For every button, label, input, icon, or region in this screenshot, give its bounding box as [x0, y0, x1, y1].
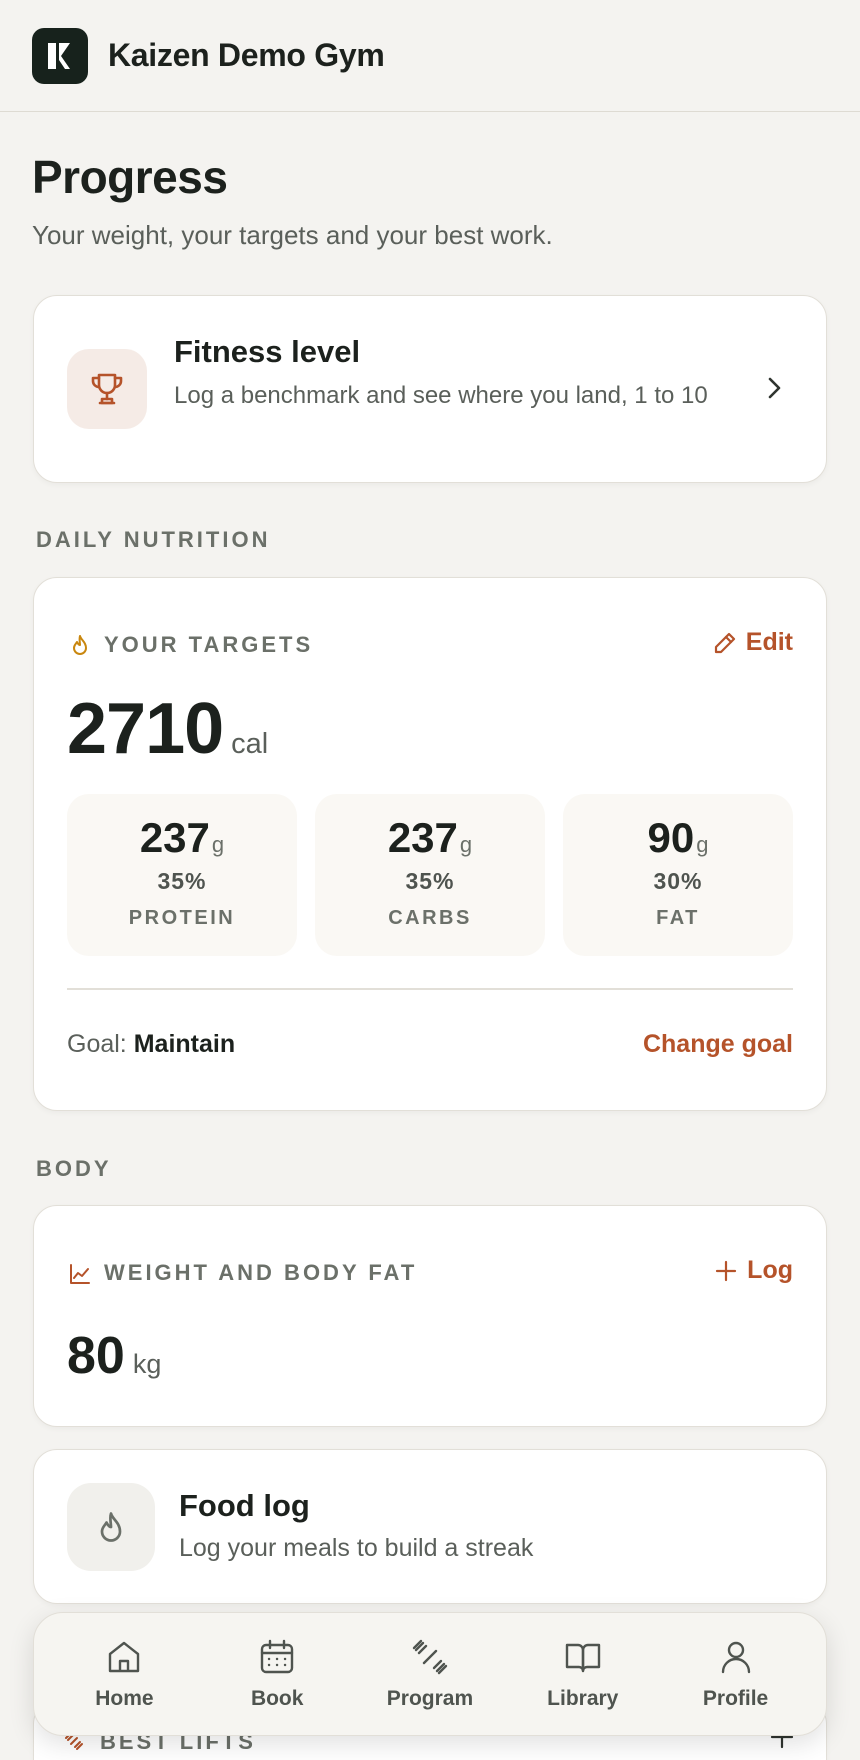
section-label-daily-nutrition: DAILY NUTRITION	[36, 527, 271, 552]
nav-item-book[interactable]: Book	[207, 1637, 347, 1711]
nav-label: Library	[547, 1687, 619, 1710]
plus-icon	[716, 1260, 737, 1281]
goal-row: Goal: Maintain	[67, 1030, 235, 1059]
macro-percent: 35%	[157, 868, 207, 894]
fitness-level-card[interactable]: Fitness level Log a benchmark and see wh…	[33, 295, 827, 483]
bottom-nav: Home Book Program Library Profile	[33, 1612, 827, 1736]
section-label-body: BODY	[36, 1156, 112, 1181]
flame-icon	[73, 635, 87, 655]
weight-body-fat-label: WEIGHT AND BODY FAT	[104, 1260, 418, 1285]
trophy-icon	[67, 349, 147, 429]
line-chart-icon	[70, 1264, 90, 1284]
weight-body-fat-card: WEIGHT AND BODY FAT Log 80 kg	[33, 1205, 827, 1427]
fitness-level-title: Fitness level	[174, 334, 361, 369]
macro-percent: 30%	[653, 868, 703, 894]
nav-label: Profile	[702, 1687, 769, 1710]
page-title: Progress	[32, 151, 228, 203]
chevron-right-icon	[768, 377, 781, 399]
macro-tile-fat: 90 g 30% FAT	[563, 794, 793, 956]
weight-value: 80	[67, 1327, 125, 1385]
log-weight-button[interactable]: Log	[713, 1256, 793, 1285]
page-subtitle: Your weight, your targets and your best …	[32, 220, 553, 250]
macro-value: 90	[647, 814, 695, 861]
calories-unit: cal	[231, 728, 269, 760]
your-targets-label: YOUR TARGETS	[104, 632, 314, 657]
macro-tiles: 237 g 35% PROTEIN 237 g 35% CARBS 90 g 3…	[67, 794, 793, 956]
food-log-card[interactable]: Food log Log your meals to build a strea…	[33, 1449, 827, 1604]
macro-name: CARBS	[388, 907, 472, 929]
goal-value: Maintain	[133, 1030, 236, 1058]
nutrition-targets-card: YOUR TARGETS Edit 2710 cal 237 g 35% PRO…	[33, 577, 827, 1111]
pencil-icon	[714, 632, 735, 653]
calories-target: 2710 cal	[67, 688, 268, 770]
dumbbell-icon	[412, 1639, 448, 1675]
divider	[67, 988, 793, 990]
goal-prefix: Goal:	[67, 1030, 127, 1058]
nav-label: Home	[95, 1687, 154, 1710]
flame-icon	[67, 1483, 155, 1571]
macro-percent: 35%	[405, 868, 455, 894]
edit-label: Edit	[745, 628, 793, 656]
user-icon	[721, 1641, 750, 1674]
macro-unit: g	[459, 832, 473, 857]
kaizen-logo-icon[interactable]	[32, 27, 88, 84]
macro-name: PROTEIN	[128, 907, 236, 929]
weight-unit: kg	[132, 1349, 162, 1379]
nav-item-program[interactable]: Program	[360, 1637, 500, 1711]
change-goal-button[interactable]: Change goal	[643, 1030, 793, 1059]
home-icon	[109, 1641, 140, 1673]
macro-value: 237	[387, 814, 458, 861]
calendar-icon	[260, 1639, 294, 1674]
fitness-level-description: Log a benchmark and see where you land, …	[174, 382, 708, 409]
macro-value: 237	[139, 814, 210, 861]
macro-unit: g	[696, 832, 709, 857]
macro-tile-carbs: 237 g 35% CARBS	[315, 794, 545, 956]
nav-label: Program	[386, 1687, 474, 1710]
macro-tile-protein: 237 g 35% PROTEIN	[67, 794, 297, 956]
book-icon	[565, 1643, 600, 1673]
nav-item-profile[interactable]: Profile	[666, 1637, 806, 1711]
nav-label: Book	[250, 1687, 304, 1710]
top-bar: Kaizen Demo Gym	[0, 0, 860, 112]
gym-name: Kaizen Demo Gym	[108, 37, 385, 73]
nav-item-home[interactable]: Home	[54, 1637, 194, 1711]
weight-readout: 80 kg	[67, 1326, 161, 1386]
edit-targets-button[interactable]: Edit	[712, 628, 793, 657]
macro-unit: g	[211, 832, 225, 857]
log-label: Log	[747, 1256, 793, 1284]
food-log-description: Log your meals to build a streak	[179, 1534, 534, 1562]
macro-name: FAT	[656, 907, 700, 929]
calories-value: 2710	[67, 689, 224, 769]
food-log-title: Food log	[179, 1488, 310, 1523]
nav-item-library[interactable]: Library	[513, 1637, 653, 1711]
